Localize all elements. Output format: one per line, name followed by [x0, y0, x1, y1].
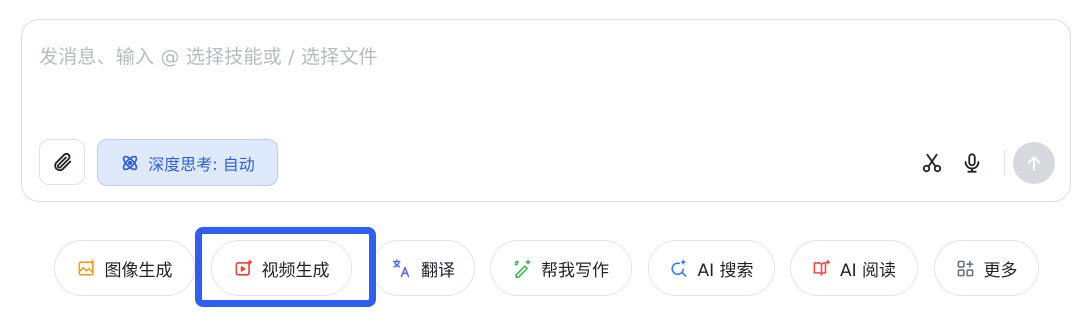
more-button[interactable]: 更多: [934, 240, 1039, 296]
microphone-icon: [961, 152, 983, 174]
pen-sparkle-icon: [513, 259, 532, 278]
ai-reading-label: AI 阅读: [839, 260, 897, 281]
search-sparkle-icon: [669, 259, 688, 278]
deep-think-label: 深度思考: 自动: [148, 154, 255, 174]
writing-assistant-label: 帮我写作: [541, 260, 609, 281]
toolbar-divider: [1004, 150, 1005, 176]
deep-think-toggle[interactable]: 深度思考: 自动: [97, 139, 278, 186]
attach-file-button[interactable]: [39, 139, 85, 185]
more-label: 更多: [983, 260, 1018, 281]
clip-button[interactable]: [912, 143, 952, 183]
translate-button[interactable]: 翻译: [371, 240, 475, 296]
image-generation-label: 图像生成: [104, 260, 173, 281]
message-input-placeholder[interactable]: 发消息、输入 @ 选择技能或 / 选择文件: [39, 42, 378, 69]
paperclip-icon: [51, 151, 73, 173]
selection-highlight-box: [195, 227, 376, 307]
message-composer[interactable]: 发消息、输入 @ 选择技能或 / 选择文件 深度思考: 自动: [21, 19, 1071, 202]
translate-icon: [391, 258, 412, 279]
voice-input-button[interactable]: [952, 143, 992, 183]
ai-reading-button[interactable]: AI 阅读: [790, 240, 918, 296]
translate-label: 翻译: [421, 260, 455, 281]
writing-assistant-button[interactable]: 帮我写作: [490, 240, 632, 296]
grid-more-icon: [956, 259, 975, 278]
atom-icon: [120, 153, 140, 173]
composer-tools: [912, 142, 1070, 184]
ai-search-button[interactable]: AI 搜索: [648, 240, 775, 296]
send-button[interactable]: [1013, 142, 1055, 184]
image-gen-icon: [77, 259, 96, 278]
scissors-icon: [921, 152, 943, 174]
image-generation-button[interactable]: 图像生成: [54, 240, 195, 296]
book-sparkle-icon: [812, 259, 831, 278]
ai-search-label: AI 搜索: [697, 260, 754, 281]
arrow-up-icon: [1024, 153, 1044, 173]
